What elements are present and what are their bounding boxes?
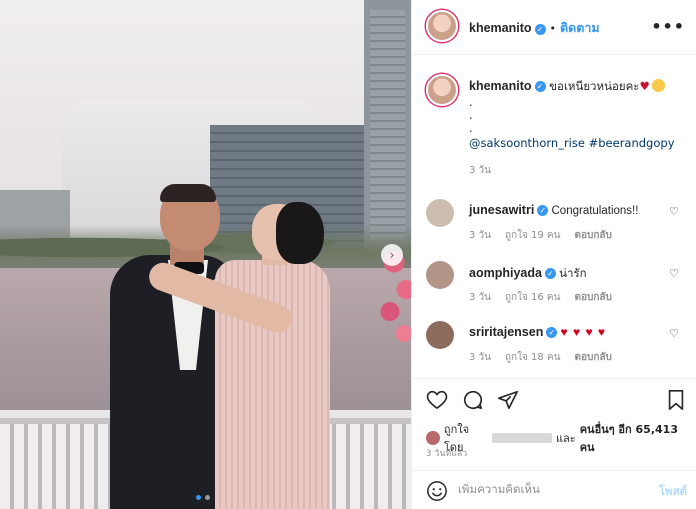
comment-like-heart-icon[interactable]: ♡: [669, 267, 679, 280]
carousel-next-button[interactable]: ›: [381, 244, 403, 266]
comment-meta: 3 วัน ถูกใจ 19 คน ตอบกลับ: [469, 228, 612, 243]
photo-tower: [364, 0, 411, 250]
comment-body: sriritajensen ✓ ♥ ♥ ♥ ♥: [469, 325, 669, 339]
verified-icon: ✓: [534, 81, 546, 92]
comment-icon[interactable]: [462, 389, 484, 414]
comment-like-heart-icon[interactable]: ♡: [669, 205, 679, 218]
smile-emoji-icon: [651, 79, 665, 92]
instagram-post: › khemanito ✓ • ติดตาม ••• khemanito ✓ ขอเหน…: [0, 0, 696, 509]
post-timestamp[interactable]: 3 วันที่แล้ว: [426, 446, 467, 460]
caption-dot: .: [469, 108, 473, 122]
post-header: khemanito ✓ • ติดตาม •••: [412, 0, 696, 55]
comment-time[interactable]: 3 วัน: [469, 290, 491, 305]
comment-time[interactable]: 3 วัน: [469, 228, 491, 243]
comment-item: aomphiyada ✓ น่ารัก 3 วัน ถูกใจ 16 คน ตอบ…: [412, 261, 696, 321]
comment-username[interactable]: sriritajensen: [469, 325, 543, 339]
carousel-dot-active: [196, 495, 201, 500]
emoji-icon[interactable]: [426, 480, 448, 505]
caption-username[interactable]: khemanito: [469, 79, 532, 93]
carousel-indicator: [196, 495, 210, 500]
comment-text: ♥ ♥ ♥ ♥: [560, 325, 607, 339]
post-photo[interactable]: ›: [0, 0, 411, 509]
more-options-icon[interactable]: •••: [651, 17, 685, 36]
caption-mention-link[interactable]: @saksoonthorn_rise: [469, 136, 585, 150]
comment-like-count[interactable]: ถูกใจ 18 คน: [505, 350, 560, 365]
author-avatar[interactable]: [426, 10, 458, 42]
separator-dot: •: [549, 22, 557, 35]
comment-username[interactable]: junesawitri: [469, 203, 534, 217]
comment-avatar[interactable]: [426, 261, 454, 289]
caption-text: ขอเหนียวหน่อยคะ: [549, 81, 640, 93]
comment-username[interactable]: aomphiyada: [469, 266, 542, 280]
heart-icon[interactable]: [426, 389, 448, 412]
comment-avatar[interactable]: [426, 321, 454, 349]
verified-icon: ✓: [537, 205, 549, 217]
comment-text: Congratulations!!: [551, 205, 639, 217]
author-username[interactable]: khemanito: [469, 21, 532, 35]
groom-hair: [160, 184, 216, 202]
caption-hashtag-link[interactable]: #beerandgopy: [589, 136, 675, 150]
likes-and: และ: [555, 432, 576, 445]
verified-icon: ✓: [546, 327, 558, 339]
liker-avatar[interactable]: [426, 431, 440, 445]
heart-emoji-icon: ♥: [639, 79, 650, 93]
comments-list[interactable]: khemanito ✓ ขอเหนียวหน่อยคะ♥ . . . @sakso…: [412, 56, 696, 378]
caption-dot: .: [469, 121, 473, 135]
reply-button[interactable]: ตอบกลับ: [574, 228, 611, 243]
verified-icon: ✓: [544, 268, 556, 280]
reply-button[interactable]: ตอบกลับ: [574, 290, 611, 305]
caption-author-avatar[interactable]: [426, 74, 458, 106]
likes-others-link[interactable]: คนอื่นๆ อีก 65,413 คน: [580, 420, 696, 456]
caption-time[interactable]: 3 วัน: [469, 162, 679, 179]
comment-item: junesawitri ✓ Congratulations!! 3 วัน ถูก…: [412, 199, 696, 259]
comment-like-heart-icon[interactable]: ♡: [669, 327, 679, 340]
comment-like-count[interactable]: ถูกใจ 19 คน: [505, 228, 560, 243]
liker-username-redacted[interactable]: [492, 433, 552, 443]
comment-meta: 3 วัน ถูกใจ 16 คน ตอบกลับ: [469, 290, 612, 305]
comment-body: aomphiyada ✓ น่ารัก: [469, 265, 669, 283]
comment-item: sriritajensen ✓ ♥ ♥ ♥ ♥ 3 วัน ถูกใจ 18 คน…: [412, 321, 696, 378]
comment-body: junesawitri ✓ Congratulations!!: [469, 203, 669, 217]
comment-meta: 3 วัน ถูกใจ 18 คน ตอบกลับ: [469, 350, 612, 365]
author-line: khemanito ✓ • ติดตาม: [469, 18, 600, 38]
caption: khemanito ✓ ขอเหนียวหน่อยคะ♥ . . . @sakso…: [469, 78, 679, 179]
comment-avatar[interactable]: [426, 199, 454, 227]
comment-text: น่ารัก: [559, 268, 587, 280]
bride-hair: [276, 202, 324, 264]
comment-like-count[interactable]: ถูกใจ 16 คน: [505, 290, 560, 305]
comment-input[interactable]: [458, 482, 648, 496]
post-sidebar: khemanito ✓ • ติดตาม ••• khemanito ✓ ขอเหนีย…: [411, 0, 696, 509]
reply-button[interactable]: ตอบกลับ: [574, 350, 611, 365]
comment-time[interactable]: 3 วัน: [469, 350, 491, 365]
verified-icon: ✓: [534, 23, 546, 35]
post-comment-button[interactable]: โพสต์: [659, 483, 687, 501]
share-icon[interactable]: [497, 389, 519, 414]
follow-button[interactable]: ติดตาม: [560, 21, 600, 35]
add-comment-bar: โพสต์: [412, 470, 696, 509]
caption-dot: .: [469, 95, 473, 109]
carousel-dot: [205, 495, 210, 500]
bookmark-icon[interactable]: [667, 389, 685, 414]
